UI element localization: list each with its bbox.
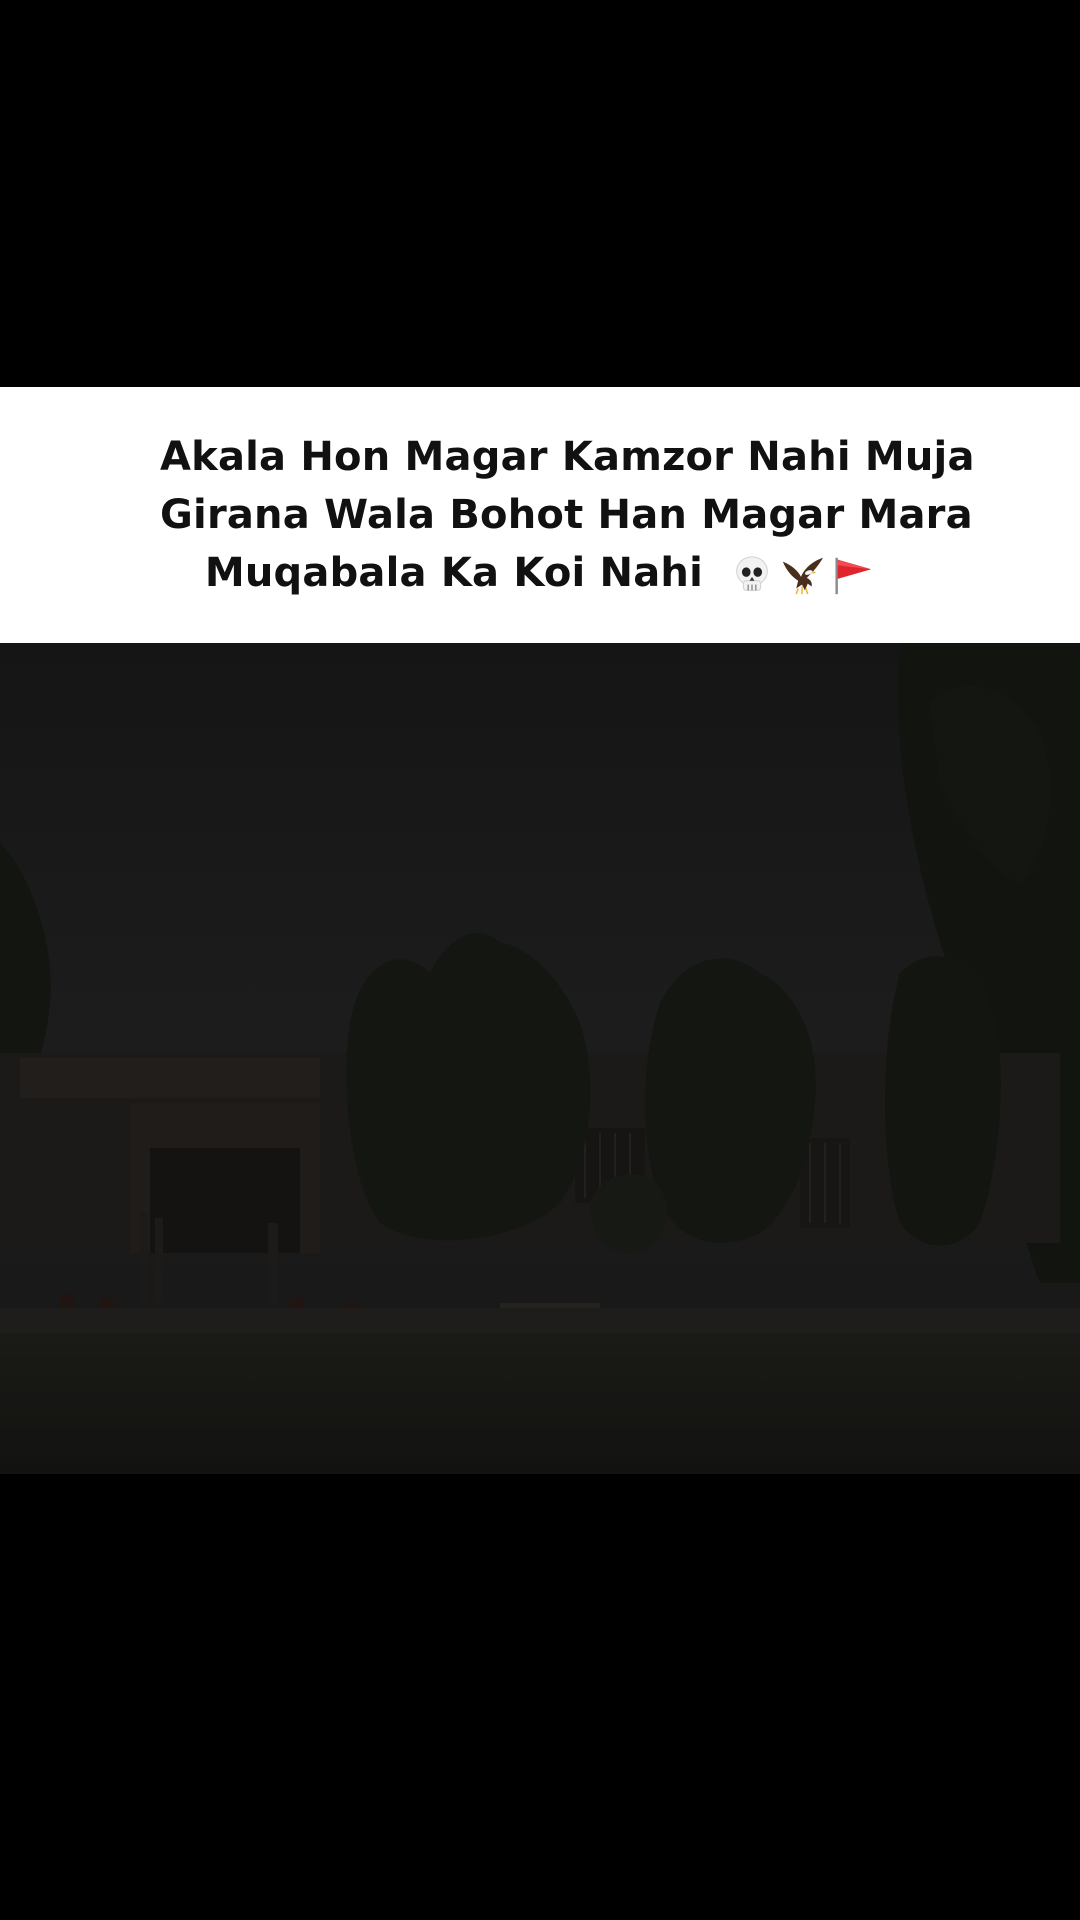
triangular-flag-icon <box>835 557 872 595</box>
skull-icon <box>736 556 768 591</box>
caption-line-1: Akala Hon Magar Kamzor Nahi Muja <box>160 434 975 480</box>
video-frame: Akala Hon Magar Kamzor Nahi Muja Girana … <box>0 0 1080 1920</box>
caption-line-2: Girana Wala Bohot Han Magar Mara <box>160 492 973 538</box>
emoji-row <box>729 552 875 598</box>
background-photo <box>0 643 1080 1474</box>
caption-box: Akala Hon Magar Kamzor Nahi Muja Girana … <box>0 387 1080 643</box>
caption-line-3: Muqabala Ka Koi Nahi <box>204 550 703 596</box>
eagle-icon <box>782 557 824 595</box>
caption-text: Akala Hon Magar Kamzor Nahi Muja Girana … <box>160 428 975 602</box>
campus-building-with-trees-icon <box>0 643 1080 1474</box>
caption-line-3-wrap: Muqabala Ka Koi Nahi <box>160 544 920 602</box>
